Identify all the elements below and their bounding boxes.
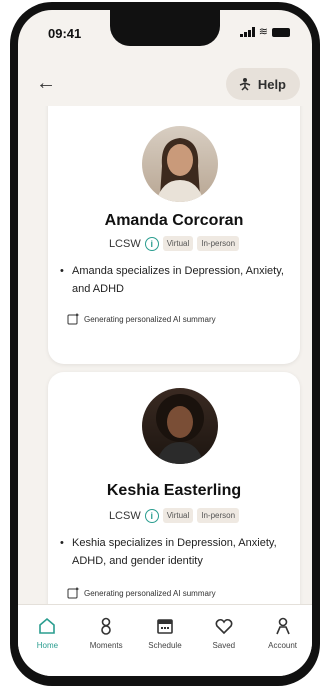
bottom-tab-bar: Home Moments Schedule Saved Account bbox=[18, 604, 312, 676]
therapist-list: Amanda Corcoran LCSW i Virtual In-person… bbox=[18, 106, 312, 604]
tab-label: Moments bbox=[89, 641, 123, 650]
therapist-name: Keshia Easterling bbox=[106, 482, 242, 499]
ai-summary-status: Generating personalized AI summary bbox=[66, 312, 216, 326]
session-type-tag: Virtual bbox=[162, 508, 194, 523]
session-type-tag: In-person bbox=[197, 508, 240, 523]
credentials-row: LCSW i Virtual In-person bbox=[48, 508, 300, 523]
session-type-tag: In-person bbox=[197, 236, 240, 251]
account-icon bbox=[273, 615, 293, 637]
tab-label: Account bbox=[268, 641, 298, 650]
heart-icon bbox=[214, 615, 234, 637]
battery-icon bbox=[272, 27, 290, 37]
phone-frame: 09:41 ≋ ← Help Amanda Corcoran LCSW i Vi… bbox=[10, 2, 320, 686]
therapist-card[interactable]: Keshia Easterling LCSW i Virtual In-pers… bbox=[48, 372, 300, 604]
help-button[interactable]: Help bbox=[225, 68, 300, 100]
info-icon[interactable]: i bbox=[144, 236, 159, 251]
tab-label: Schedule bbox=[148, 641, 182, 650]
calendar-icon bbox=[155, 615, 175, 637]
session-type-tag: Virtual bbox=[162, 236, 194, 251]
specialty-text: Amanda specializes in Depression, Anxiet… bbox=[72, 265, 284, 295]
wifi-icon: ≋ bbox=[258, 26, 268, 38]
home-icon bbox=[37, 615, 57, 637]
sparkle-puzzle-icon bbox=[67, 587, 80, 599]
status-time: 09:41 bbox=[48, 26, 82, 41]
ai-status-text: Generating personalized AI summary bbox=[84, 588, 216, 598]
sparkle-puzzle-icon bbox=[67, 313, 80, 325]
moments-icon bbox=[96, 615, 116, 637]
tab-label: Home bbox=[36, 641, 59, 650]
tab-home[interactable]: Home bbox=[19, 615, 75, 676]
tab-saved[interactable]: Saved bbox=[196, 615, 252, 676]
signal-icon bbox=[239, 27, 255, 37]
status-icons: ≋ bbox=[239, 26, 290, 38]
app-screen: 09:41 ≋ ← Help Amanda Corcoran LCSW i Vi… bbox=[18, 10, 312, 676]
back-arrow-icon[interactable]: ← bbox=[36, 72, 56, 95]
tab-account[interactable]: Account bbox=[255, 615, 311, 676]
status-bar: 09:41 ≋ bbox=[18, 24, 312, 44]
info-icon[interactable]: i bbox=[144, 508, 159, 523]
tab-label: Saved bbox=[212, 641, 236, 650]
top-bar: ← Help bbox=[18, 62, 312, 106]
credential-label: LCSW bbox=[108, 509, 141, 522]
therapist-name: Amanda Corcoran bbox=[104, 212, 244, 229]
specialty-bullet: • Amanda specializes in Depression, Anxi… bbox=[60, 265, 284, 295]
credential-label: LCSW bbox=[108, 237, 141, 250]
ai-summary-status: Generating personalized AI summary bbox=[66, 586, 216, 600]
help-label: Help bbox=[257, 76, 286, 92]
ai-status-text: Generating personalized AI summary bbox=[84, 314, 216, 324]
specialty-text: Keshia specializes in Depression, Anxiet… bbox=[72, 537, 277, 567]
help-icon bbox=[239, 78, 251, 91]
therapist-photo bbox=[142, 126, 218, 202]
therapist-card[interactable]: Amanda Corcoran LCSW i Virtual In-person… bbox=[48, 106, 300, 364]
specialty-bullet: • Keshia specializes in Depression, Anxi… bbox=[60, 537, 277, 567]
tab-schedule[interactable]: Schedule bbox=[137, 615, 193, 676]
tab-moments[interactable]: Moments bbox=[78, 615, 134, 676]
credentials-row: LCSW i Virtual In-person bbox=[48, 236, 300, 251]
therapist-photo bbox=[142, 388, 218, 464]
